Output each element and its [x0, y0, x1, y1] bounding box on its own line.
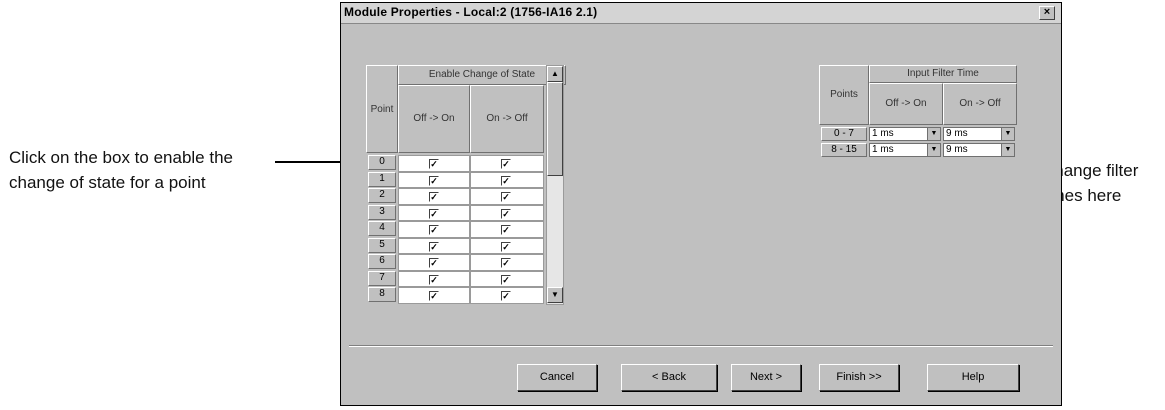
- back-button[interactable]: < Back: [621, 364, 717, 391]
- cos-off-on-cell: ✓: [398, 171, 470, 188]
- cos-off-on-cell: ✓: [398, 155, 470, 172]
- cos-on-off-cell: ✓: [470, 188, 544, 205]
- cos-off-on-checkbox[interactable]: ✓: [429, 208, 439, 219]
- filter-value: 1 ms: [872, 144, 894, 155]
- point-number-2[interactable]: 2: [368, 188, 396, 203]
- cos-on-off-cell: ✓: [470, 204, 544, 221]
- close-icon: ×: [1043, 6, 1051, 18]
- point-number-6[interactable]: 6: [368, 254, 396, 269]
- chevron-down-icon[interactable]: ▼: [1001, 144, 1014, 156]
- point-number-3[interactable]: 3: [368, 204, 396, 220]
- chevron-down-icon[interactable]: ▼: [1001, 128, 1014, 140]
- filter-on-off-select[interactable]: 9 ms ▼: [943, 143, 1015, 157]
- filter-points-label: 0 - 7: [821, 127, 867, 141]
- enable-cos-group-header: Enable Change of State: [398, 65, 566, 85]
- cos-off-on-cell: ✓: [398, 237, 470, 254]
- filter-on-off-select[interactable]: 9 ms ▼: [943, 127, 1015, 141]
- cos-on-off-cell: ✓: [470, 155, 544, 172]
- filter-off-on-header: Off -> On: [869, 83, 943, 125]
- close-button[interactable]: ×: [1039, 6, 1055, 20]
- cos-off-on-checkbox[interactable]: ✓: [429, 225, 439, 235]
- cos-on-off-checkbox[interactable]: ✓: [501, 175, 511, 186]
- cos-on-off-cell: ✓: [470, 287, 544, 304]
- point-number-7[interactable]: 7: [368, 270, 396, 286]
- point-number-5[interactable]: 5: [368, 237, 396, 253]
- cos-off-on-checkbox[interactable]: ✓: [429, 159, 439, 169]
- cos-on-off-checkbox[interactable]: ✓: [501, 225, 511, 235]
- down-arrow-icon: ▼: [551, 290, 559, 299]
- cos-on-off-checkbox[interactable]: ✓: [501, 159, 511, 169]
- cos-off-on-checkbox[interactable]: ✓: [429, 291, 439, 301]
- scroll-down-button[interactable]: ▼: [547, 287, 563, 303]
- up-arrow-icon: ▲: [551, 69, 559, 78]
- filter-value: 9 ms: [946, 128, 968, 139]
- scroll-up-button[interactable]: ▲: [547, 66, 563, 82]
- point-number-4[interactable]: 4: [368, 221, 396, 236]
- scroll-thumb[interactable]: [547, 82, 563, 176]
- input-filter-group-header: Input Filter Time: [869, 65, 1017, 83]
- cos-on-off-cell: ✓: [470, 237, 544, 254]
- point-column-header: Point: [366, 65, 398, 153]
- filter-value: 9 ms: [946, 144, 968, 155]
- filter-on-off-header: On -> Off: [943, 83, 1017, 125]
- cos-off-on-cell: ✓: [398, 270, 470, 287]
- window-title: Module Properties - Local:2 (1756-IA16 2…: [344, 5, 598, 19]
- bottom-separator: [349, 345, 1053, 347]
- cos-on-off-header: On -> Off: [470, 85, 544, 153]
- cos-on-off-checkbox[interactable]: ✓: [501, 291, 511, 301]
- cos-off-on-cell: ✓: [398, 188, 470, 205]
- annotation-left: Click on the box to enable the change of…: [9, 148, 233, 192]
- cos-on-off-checkbox[interactable]: ✓: [501, 241, 511, 252]
- cos-off-on-checkbox[interactable]: ✓: [429, 258, 439, 268]
- cos-on-off-cell: ✓: [470, 171, 544, 188]
- module-properties-dialog: Module Properties - Local:2 (1756-IA16 2…: [340, 2, 1062, 406]
- chevron-down-icon[interactable]: ▼: [927, 128, 940, 140]
- cos-on-off-cell: ✓: [470, 254, 544, 271]
- cos-on-off-checkbox[interactable]: ✓: [501, 258, 511, 268]
- point-number-0[interactable]: 0: [368, 155, 396, 170]
- cos-off-on-checkbox[interactable]: ✓: [429, 241, 439, 252]
- cos-off-on-checkbox[interactable]: ✓: [429, 175, 439, 186]
- cos-off-on-cell: ✓: [398, 204, 470, 221]
- cos-off-on-cell: ✓: [398, 287, 470, 304]
- cancel-button[interactable]: Cancel: [517, 364, 597, 391]
- cos-off-on-cell: ✓: [398, 221, 470, 238]
- cos-off-on-checkbox[interactable]: ✓: [429, 192, 439, 202]
- filter-points-label: 8 - 15: [821, 143, 867, 157]
- cos-on-off-checkbox[interactable]: ✓: [501, 274, 511, 285]
- input-filter-time-table: Points Input Filter Time Off -> On On ->…: [819, 65, 1021, 185]
- filter-value: 1 ms: [872, 128, 894, 139]
- cos-off-on-checkbox[interactable]: ✓: [429, 274, 439, 285]
- cos-on-off-cell: ✓: [470, 221, 544, 238]
- point-number-8[interactable]: 8: [368, 287, 396, 302]
- filter-off-on-select[interactable]: 1 ms ▼: [869, 127, 941, 141]
- cos-off-on-header: Off -> On: [398, 85, 470, 153]
- chevron-down-icon[interactable]: ▼: [927, 144, 940, 156]
- change-of-state-table: Point Enable Change of State Off -> On O…: [366, 65, 566, 305]
- cos-on-off-checkbox[interactable]: ✓: [501, 208, 511, 219]
- cos-off-on-cell: ✓: [398, 254, 470, 271]
- filter-off-on-select[interactable]: 1 ms ▼: [869, 143, 941, 157]
- finish-button[interactable]: Finish >>: [819, 364, 899, 391]
- next-button[interactable]: Next >: [731, 364, 801, 391]
- help-button[interactable]: Help: [927, 364, 1019, 391]
- point-number-1[interactable]: 1: [368, 171, 396, 187]
- cos-on-off-checkbox[interactable]: ✓: [501, 192, 511, 202]
- points-column-header: Points: [819, 65, 869, 125]
- cos-on-off-cell: ✓: [470, 270, 544, 287]
- title-bar[interactable]: Module Properties - Local:2 (1756-IA16 2…: [341, 3, 1061, 24]
